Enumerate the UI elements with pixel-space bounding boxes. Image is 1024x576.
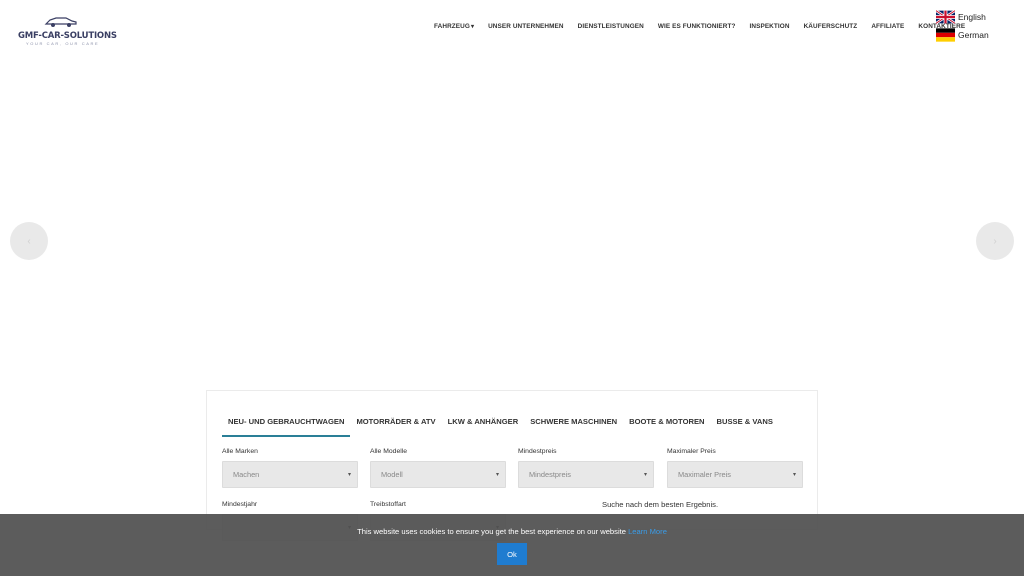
learn-more-link[interactable]: Learn More <box>628 527 667 536</box>
vehicle-search-panel: NEU- UND GEBRAUCHTWAGEN MOTORRÄDER & ATV… <box>206 390 818 541</box>
make-select[interactable]: Machen ▾ <box>222 461 358 488</box>
search-hint: Suche nach dem besten Ergebnis. <box>602 500 719 509</box>
chevron-down-icon: ▾ <box>792 472 796 478</box>
select-value: Machen <box>233 470 260 479</box>
nav-item-wie-es-funktioniert[interactable]: WIE ES FUNKTIONIERT? <box>658 23 736 30</box>
language-label: English <box>958 12 986 22</box>
min-price-select[interactable]: Mindestpreis ▾ <box>518 461 654 488</box>
nav-item-label: AFFILIATE <box>871 23 905 30</box>
logo-tagline: YOUR CAR, OUR CARE <box>26 41 100 46</box>
nav-item-fahrzeug[interactable]: FAHRZEUG ▾ <box>434 23 474 30</box>
search-tabs: NEU- UND GEBRAUCHTWAGEN MOTORRÄDER & ATV… <box>222 417 779 437</box>
nav-item-label: WIE ES FUNKTIONIERT? <box>657 23 736 30</box>
select-value: Maximaler Preis <box>678 470 731 479</box>
field-label: Mindestpreis <box>518 448 557 455</box>
field-label: Mindestjahr <box>222 501 258 508</box>
chevron-left-icon: ‹ <box>27 235 31 247</box>
tab-busse-vans[interactable]: BUSSE & VANS <box>711 417 779 437</box>
nav-item-label: FAHRZEUG <box>434 23 470 30</box>
field-maximaler-preis: Maximaler Preis Maximaler Preis ▾ <box>667 448 803 488</box>
nav-item-label: KÄUFERSCHUTZ <box>803 23 858 30</box>
cookie-message: This website uses cookies to ensure you … <box>0 527 1024 536</box>
slider-next-button[interactable]: › <box>976 222 1014 260</box>
language-label: German <box>958 30 989 40</box>
caret-down-icon: ▾ <box>470 24 475 30</box>
language-english[interactable]: English <box>936 10 986 24</box>
field-modell: Alle Modelle Modell ▾ <box>370 448 506 488</box>
tab-boote-motoren[interactable]: BOOTE & MOTOREN <box>623 417 710 437</box>
cookie-ok-button[interactable]: Ok <box>497 543 527 565</box>
select-value: Mindestpreis <box>529 470 571 479</box>
max-price-select[interactable]: Maximaler Preis ▾ <box>667 461 803 488</box>
tab-lkw-anhaenger[interactable]: LKW & ANHÄNGER <box>442 417 525 437</box>
tab-motorraeder-atv[interactable]: MOTORRÄDER & ATV <box>350 417 441 437</box>
logo-text: GMF-CAR-SOLUTIONS <box>18 31 117 41</box>
cookie-banner: This website uses cookies to ensure you … <box>0 514 1024 576</box>
field-mindestpreis: Mindestpreis Mindestpreis ▾ <box>518 448 654 488</box>
slider-prev-button[interactable]: ‹ <box>10 222 48 260</box>
chevron-down-icon: ▾ <box>495 472 499 478</box>
field-marke: Alle Marken Machen ▾ <box>222 448 358 488</box>
cookie-text: This website uses cookies to ensure you … <box>357 527 629 536</box>
nav-item-dienstleistungen[interactable]: DIENSTLEISTUNGEN <box>578 23 644 30</box>
nav-item-unser-unternehmen[interactable]: UNSER UNTERNEHMEN <box>488 23 564 30</box>
nav-item-kaeuferschutz[interactable]: KÄUFERSCHUTZ <box>804 23 858 30</box>
language-german[interactable]: German <box>936 28 989 42</box>
chevron-down-icon: ▾ <box>347 472 351 478</box>
nav-item-inspektion[interactable]: INSPEKTION <box>750 23 790 30</box>
field-label: Alle Modelle <box>370 448 408 455</box>
select-value: Modell <box>381 470 403 479</box>
chevron-down-icon: ▾ <box>643 472 647 478</box>
main-nav: FAHRZEUG ▾ UNSER UNTERNEHMEN DIENSTLEIST… <box>434 23 965 30</box>
nav-item-label: DIENSTLEISTUNGEN <box>577 23 644 30</box>
germany-flag-icon <box>936 28 955 42</box>
page: GMF-CAR-SOLUTIONS YOUR CAR, OUR CARE FAH… <box>0 0 1024 576</box>
site-logo[interactable]: GMF-CAR-SOLUTIONS YOUR CAR, OUR CARE <box>16 14 117 48</box>
nav-item-label: INSPEKTION <box>749 23 790 30</box>
tab-schwere-maschinen[interactable]: SCHWERE MASCHINEN <box>524 417 623 437</box>
site-header: GMF-CAR-SOLUTIONS YOUR CAR, OUR CARE FAH… <box>0 0 1024 60</box>
field-label: Treibstoffart <box>370 501 406 508</box>
hero-slider: ‹ › <box>0 60 1024 390</box>
field-label: Alle Marken <box>222 448 258 455</box>
chevron-right-icon: › <box>993 235 997 247</box>
car-logo-icon <box>44 17 77 27</box>
nav-item-label: UNSER UNTERNEHMEN <box>488 23 564 30</box>
tab-neu-und-gebrauchtwagen[interactable]: NEU- UND GEBRAUCHTWAGEN <box>222 417 351 437</box>
uk-flag-icon <box>936 10 955 24</box>
model-select[interactable]: Modell ▾ <box>370 461 506 488</box>
nav-item-affiliate[interactable]: AFFILIATE <box>871 23 904 30</box>
field-label: Maximaler Preis <box>667 448 716 455</box>
